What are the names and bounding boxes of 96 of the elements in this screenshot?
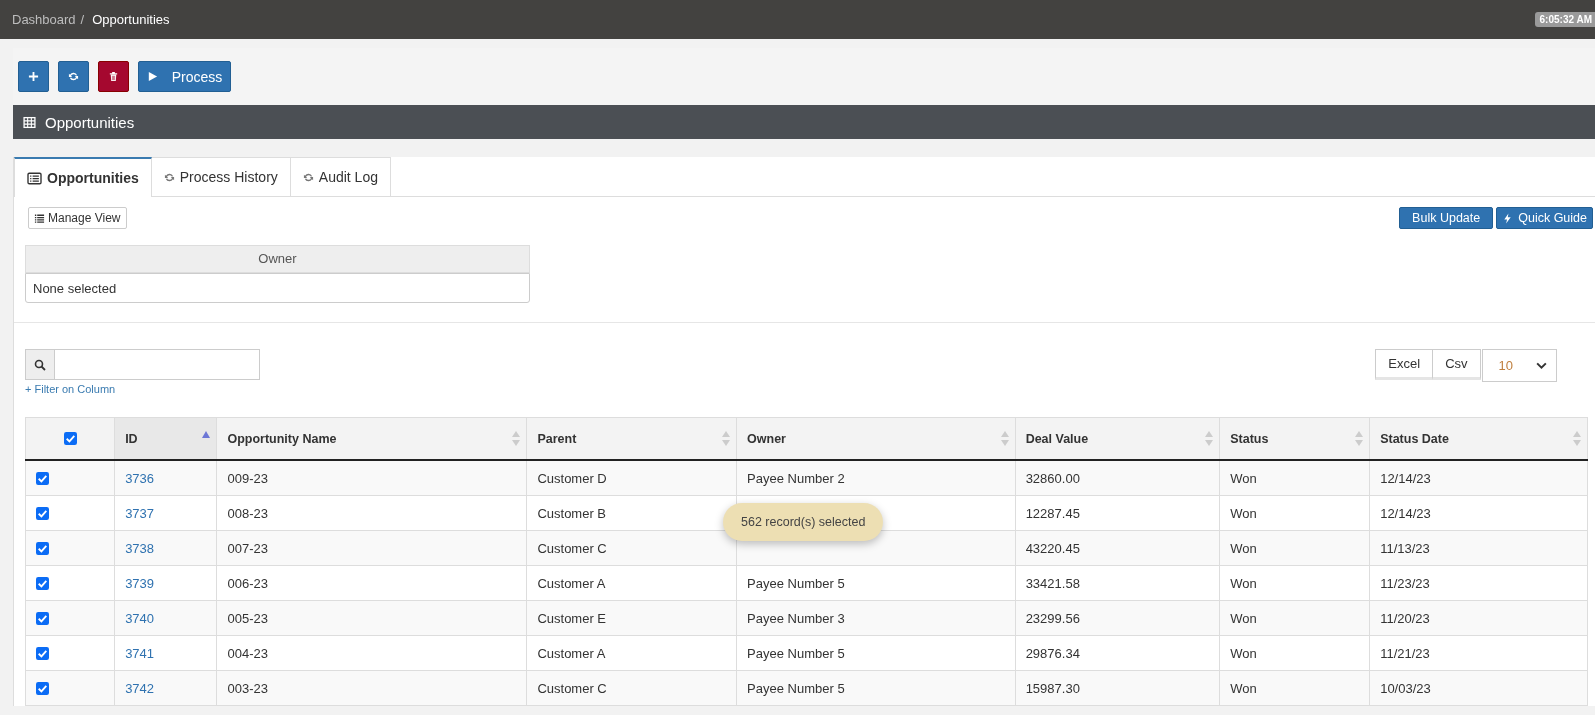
table-cell: Won xyxy=(1230,505,1257,521)
checkbox[interactable] xyxy=(36,576,49,590)
current-page-title: Opportunities xyxy=(92,12,170,27)
table-cell: 11/13/23 xyxy=(1380,540,1430,556)
table-cell: 10/03/23 xyxy=(1380,680,1431,696)
manage-view-button[interactable]: Manage View xyxy=(28,207,127,229)
table-cell: 11/23/23 xyxy=(1380,575,1430,591)
search-field[interactable] xyxy=(55,349,260,380)
search-button[interactable] xyxy=(25,349,55,380)
filter-heading: Owner xyxy=(25,245,530,273)
table-cell: 12/14/23 xyxy=(1380,505,1431,521)
add-button[interactable] xyxy=(18,61,49,92)
table-cell: Customer C xyxy=(537,540,607,556)
column-header[interactable]: Parent xyxy=(537,431,577,446)
column-header[interactable]: ID xyxy=(125,431,138,446)
table-cell: 29876.34 xyxy=(1025,645,1080,661)
table-cell: Customer E xyxy=(537,610,607,626)
table-cell: 004-23 xyxy=(227,645,268,661)
table-cell: Customer A xyxy=(537,575,606,591)
list-icon xyxy=(27,170,42,186)
filter-link[interactable]: + Filter on Column xyxy=(25,383,116,395)
export-button[interactable]: Csv xyxy=(1433,349,1481,380)
search-icon xyxy=(34,358,46,371)
bulk-update-button[interactable]: Bulk Update xyxy=(1399,207,1494,229)
table-cell: Payee Number 5 xyxy=(747,645,845,661)
refresh-icon xyxy=(68,71,79,82)
table-cell: Won xyxy=(1230,645,1257,661)
table-cell: 003-23 xyxy=(227,680,268,696)
panel-title: Opportunities xyxy=(45,113,135,131)
table-cell: Payee Number 5 xyxy=(747,680,845,696)
sort-ascending-icon[interactable] xyxy=(202,431,211,438)
tab[interactable]: Opportunities xyxy=(14,157,152,197)
table-cell: Won xyxy=(1230,540,1257,556)
table-cell: 007-23 xyxy=(227,540,268,556)
table-cell: Won xyxy=(1230,470,1257,486)
table-cell: 33421.58 xyxy=(1025,575,1080,591)
id-link[interactable]: 3736 xyxy=(125,470,155,486)
refresh-icon xyxy=(163,171,175,183)
table-cell: Payee Number 5 xyxy=(747,575,845,591)
table-cell: Payee Number 2 xyxy=(747,470,845,486)
table-cell: 15987.30 xyxy=(1025,680,1080,696)
clock-badge: 6:05:32 AM xyxy=(1534,12,1595,27)
table-cell: 008-23 xyxy=(227,505,268,521)
delete-button[interactable] xyxy=(98,61,129,92)
list-icon xyxy=(34,212,45,224)
table-cell: Payee Number 3 xyxy=(747,610,845,626)
table-cell: 11/21/23 xyxy=(1380,645,1430,661)
tab[interactable]: Audit Log xyxy=(290,157,391,196)
table-cell: 11/20/23 xyxy=(1380,610,1430,626)
plus-icon xyxy=(28,71,39,82)
table-cell: 006-23 xyxy=(227,575,268,591)
table-cell: Won xyxy=(1230,680,1257,696)
table-cell: Won xyxy=(1230,575,1257,591)
id-link[interactable]: 3738 xyxy=(125,540,155,556)
refresh-button[interactable] xyxy=(58,61,89,92)
id-link[interactable]: 3740 xyxy=(125,610,155,626)
table-cell: Customer A xyxy=(537,645,606,661)
owner-select[interactable]: None selected xyxy=(25,273,530,303)
table-cell: 009-23 xyxy=(227,470,268,486)
breadcrumb-separator: / xyxy=(80,12,85,27)
column-header[interactable]: Status Date xyxy=(1380,431,1449,446)
table-cell: Customer C xyxy=(537,680,607,696)
checkbox[interactable] xyxy=(36,471,49,485)
checkbox[interactable] xyxy=(63,432,77,445)
checkbox[interactable] xyxy=(36,646,49,660)
quick-guide-button[interactable]: Quick Guide xyxy=(1496,207,1593,229)
table-cell: Customer B xyxy=(537,505,607,521)
trash-icon xyxy=(108,71,119,82)
refresh-icon xyxy=(302,171,314,183)
column-header[interactable]: Owner xyxy=(747,431,786,446)
column-header[interactable]: Opportunity Name xyxy=(227,431,337,446)
id-link[interactable]: 3737 xyxy=(125,505,155,521)
table-cell: 23299.56 xyxy=(1025,610,1080,626)
tab[interactable]: Process History xyxy=(151,157,291,196)
column-header[interactable]: Status xyxy=(1230,431,1269,446)
process-button[interactable]: Process xyxy=(138,61,231,92)
checkbox[interactable] xyxy=(36,611,49,625)
checkbox[interactable] xyxy=(36,541,49,555)
table-cell: 32860.00 xyxy=(1025,470,1080,486)
breadcrumb-link[interactable]: Dashboard xyxy=(12,12,76,27)
table-cell: Customer D xyxy=(537,470,607,486)
table-cell: 43220.45 xyxy=(1025,540,1080,556)
id-link[interactable]: 3741 xyxy=(125,645,155,661)
checkbox[interactable] xyxy=(36,681,49,695)
table-icon xyxy=(23,115,36,129)
id-link[interactable]: 3739 xyxy=(125,575,155,591)
column-header[interactable]: Deal Value xyxy=(1025,431,1089,446)
table-cell: Won xyxy=(1230,610,1257,626)
table-cell: 005-23 xyxy=(227,610,268,626)
table-cell: 12/14/23 xyxy=(1380,470,1431,486)
selection-toast: 562 record(s) selected xyxy=(723,503,884,541)
table-cell: 12287.45 xyxy=(1025,505,1080,521)
id-link[interactable]: 3742 xyxy=(125,680,155,696)
play-icon xyxy=(146,71,158,82)
checkbox[interactable] xyxy=(36,506,49,520)
export-button[interactable]: Excel xyxy=(1375,349,1434,380)
